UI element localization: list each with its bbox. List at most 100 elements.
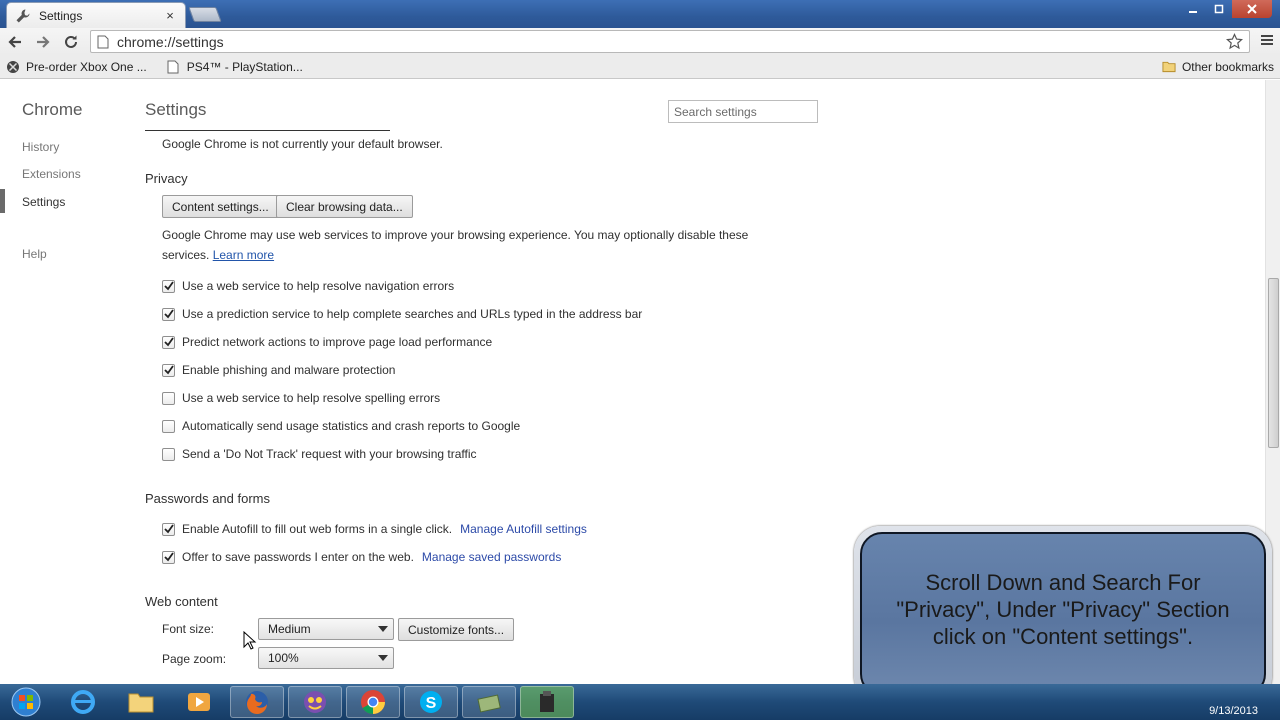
checkbox[interactable]	[162, 279, 175, 293]
privacy-option-row[interactable]: Send a 'Do Not Track' request with your …	[162, 447, 477, 461]
internet-explorer-icon	[71, 690, 95, 714]
windows-logo-icon	[11, 687, 41, 717]
checkbox[interactable]	[162, 447, 175, 461]
minimize-button[interactable]	[1180, 0, 1206, 18]
reload-button[interactable]	[58, 30, 84, 54]
skype-icon: S	[420, 691, 442, 713]
tab-title: Settings	[39, 8, 83, 23]
privacy-heading: Privacy	[145, 171, 188, 186]
sidebar-item-extensions[interactable]: Extensions	[22, 167, 81, 181]
sidebar-active-marker	[0, 189, 5, 213]
manage-passwords-link[interactable]: Manage saved passwords	[422, 550, 561, 564]
default-browser-text: Google Chrome is not currently your defa…	[162, 137, 443, 151]
folder-icon	[128, 693, 154, 713]
taskbar-chrome[interactable]	[346, 686, 400, 718]
bookmarks-bar: Pre-order Xbox One ... PS4™ - PlayStatio…	[0, 55, 1280, 79]
wrench-icon	[16, 9, 30, 22]
bookmark-playstation[interactable]: PS4™ - PlayStation...	[167, 60, 303, 74]
close-tab-icon[interactable]: ×	[163, 8, 177, 23]
web-content-heading: Web content	[145, 594, 218, 609]
checkbox[interactable]	[162, 550, 175, 564]
checkmark-icon	[163, 281, 174, 291]
taskbar-messenger[interactable]	[288, 686, 342, 718]
bookmark-label: Pre-order Xbox One ...	[26, 59, 147, 74]
checkbox[interactable]	[162, 363, 175, 377]
recorder-icon	[540, 691, 554, 712]
privacy-option-row[interactable]: Automatically send usage statistics and …	[162, 419, 520, 433]
customize-fonts-button[interactable]: Customize fonts...	[398, 618, 515, 641]
autofill-label: Enable Autofill to fill out web forms in…	[182, 522, 453, 536]
checkbox[interactable]	[162, 522, 175, 536]
chrome-menu-button[interactable]	[1260, 33, 1274, 50]
dropdown-arrow-icon	[378, 626, 388, 632]
taskbar-firefox[interactable]	[230, 686, 284, 718]
privacy-option-label: Predict network actions to improve page …	[182, 335, 493, 349]
sidebar-item-history[interactable]: History	[22, 140, 59, 154]
system-clock-date: 9/13/2013	[1209, 705, 1258, 717]
chrome-icon	[361, 690, 385, 714]
bookmark-xbox[interactable]: Pre-order Xbox One ...	[6, 60, 147, 74]
firefox-icon	[246, 691, 268, 714]
close-icon	[1247, 4, 1257, 14]
url-text: chrome://settings	[117, 33, 224, 50]
window-controls	[1180, 0, 1272, 18]
sidebar-item-help[interactable]: Help	[22, 247, 47, 261]
font-size-value: Medium	[268, 622, 311, 636]
search-settings-input[interactable]	[668, 100, 818, 123]
maximize-button[interactable]	[1206, 0, 1232, 18]
privacy-description: Google Chrome may use web services to im…	[162, 228, 749, 242]
privacy-option-label: Enable phishing and malware protection	[182, 363, 396, 377]
address-bar[interactable]: chrome://settings	[90, 30, 1250, 53]
privacy-option-row[interactable]: Predict network actions to improve page …	[162, 335, 492, 349]
taskbar-skype[interactable]: S	[404, 686, 458, 718]
checkbox[interactable]	[162, 307, 175, 321]
new-tab-button[interactable]	[188, 7, 222, 22]
caption-line: Scroll Down and Search For	[925, 569, 1201, 595]
privacy-description-end: services.	[162, 248, 210, 262]
checkbox[interactable]	[162, 391, 175, 405]
bookmark-label: PS4™ - PlayStation...	[186, 59, 303, 74]
scrollbar-thumb[interactable]	[1268, 278, 1279, 448]
caption-line: click on "Content settings".	[932, 623, 1194, 649]
tutorial-caption-inner: Scroll Down and Search For "Privacy", Un…	[860, 532, 1266, 696]
page-zoom-select[interactable]: 100%	[258, 647, 394, 669]
clear-browsing-data-button[interactable]: Clear browsing data...	[276, 195, 413, 218]
content-settings-button[interactable]: Content settings...	[162, 195, 279, 218]
taskbar-app-recorder[interactable]	[520, 686, 574, 718]
privacy-option-row[interactable]: Enable phishing and malware protection	[162, 363, 395, 377]
learn-more-link[interactable]: Learn more	[213, 248, 274, 262]
minimize-icon	[1189, 11, 1197, 13]
dropdown-arrow-icon	[378, 655, 388, 661]
privacy-option-label: Automatically send usage statistics and …	[182, 419, 521, 433]
autofill-row[interactable]: Enable Autofill to fill out web forms in…	[162, 522, 587, 536]
manage-autofill-link[interactable]: Manage Autofill settings	[460, 522, 587, 536]
privacy-option-row[interactable]: Use a web service to help resolve naviga…	[162, 279, 454, 293]
back-button[interactable]	[2, 30, 28, 54]
privacy-option-row[interactable]: Use a web service to help resolve spelli…	[162, 391, 440, 405]
sidebar-item-settings[interactable]: Settings	[22, 195, 65, 209]
start-button[interactable]	[6, 686, 46, 718]
close-window-button[interactable]	[1232, 0, 1272, 18]
checkbox[interactable]	[162, 419, 175, 433]
header-divider	[145, 130, 390, 131]
bookmark-star-icon[interactable]	[1226, 33, 1243, 50]
page-title: Settings	[145, 100, 207, 119]
other-bookmarks-label: Other bookmarks	[1181, 59, 1274, 74]
privacy-option-row[interactable]: Use a prediction service to help complet…	[162, 307, 642, 321]
forward-button[interactable]	[30, 30, 56, 54]
checkmark-icon	[163, 309, 174, 319]
page-zoom-value: 100%	[268, 651, 299, 665]
other-bookmarks[interactable]: Other bookmarks	[1162, 60, 1274, 74]
taskbar-app-green[interactable]	[462, 686, 516, 718]
checkmark-icon	[163, 552, 174, 562]
tab-settings[interactable]: Settings ×	[6, 2, 186, 28]
privacy-option-label: Send a 'Do Not Track' request with your …	[182, 447, 477, 461]
font-size-select[interactable]: Medium	[258, 618, 394, 640]
save-passwords-row[interactable]: Offer to save passwords I enter on the w…	[162, 550, 561, 564]
windows-taskbar: S 9/13/2013	[0, 684, 1280, 720]
taskbar-ie[interactable]	[56, 686, 110, 718]
taskbar-explorer[interactable]	[114, 686, 168, 718]
checkbox[interactable]	[162, 335, 175, 349]
forward-arrow-icon	[37, 35, 50, 48]
taskbar-media-player[interactable]	[172, 686, 226, 718]
